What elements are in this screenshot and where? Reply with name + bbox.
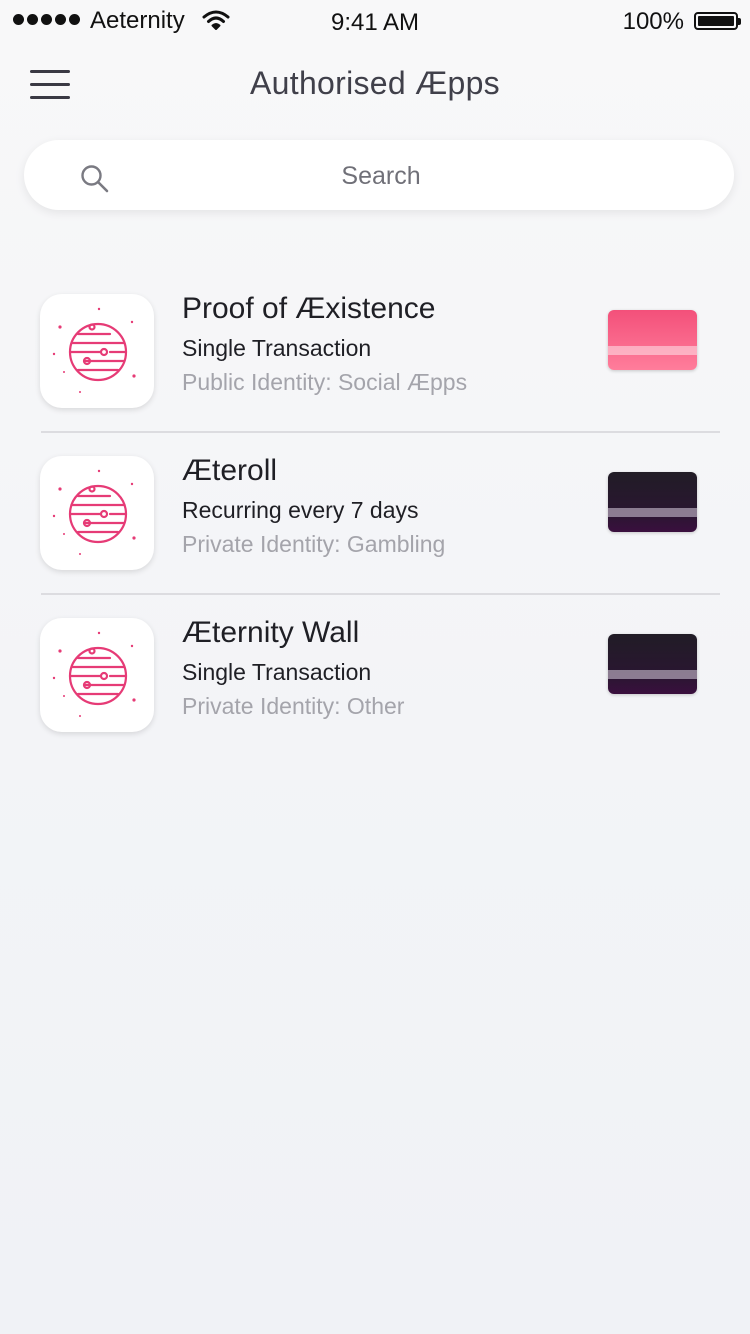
page-title: Authorised Æpps — [250, 65, 500, 101]
divider — [41, 431, 720, 433]
search-icon — [80, 164, 110, 199]
planet-icon — [40, 456, 154, 570]
list-item[interactable]: Æternity Wall Single Transaction Private… — [0, 616, 750, 756]
app-transaction-type: Recurring every 7 days — [182, 497, 419, 523]
battery-percentage: 100% — [622, 8, 684, 35]
list-item[interactable]: Æteroll Recurring every 7 days Private I… — [0, 454, 750, 594]
app-name: Proof of Æxistence — [182, 292, 436, 325]
battery-icon — [694, 12, 741, 30]
app-identity: Private Identity: Gambling — [182, 531, 446, 557]
identity-card-thumbnail[interactable] — [608, 472, 697, 532]
search-input[interactable] — [24, 140, 738, 212]
app-name: Æteroll — [182, 454, 278, 487]
search-bar[interactable] — [24, 140, 738, 212]
app-identity: Private Identity: Other — [182, 693, 405, 719]
status-bar: Aeternity 9:41 AM 100% — [0, 0, 750, 40]
planet-icon — [40, 618, 154, 732]
identity-card-thumbnail[interactable] — [608, 634, 697, 694]
app-transaction-type: Single Transaction — [182, 335, 372, 361]
app-name: Æternity Wall — [182, 616, 360, 649]
nav-header: Authorised Æpps — [0, 50, 750, 120]
divider — [41, 593, 720, 595]
app-identity: Public Identity: Social Æpps — [182, 369, 468, 395]
list-item[interactable]: Proof of Æxistence Single Transaction Pu… — [0, 292, 750, 432]
identity-card-thumbnail[interactable] — [608, 310, 697, 370]
planet-icon — [40, 294, 154, 408]
app-transaction-type: Single Transaction — [182, 659, 372, 685]
